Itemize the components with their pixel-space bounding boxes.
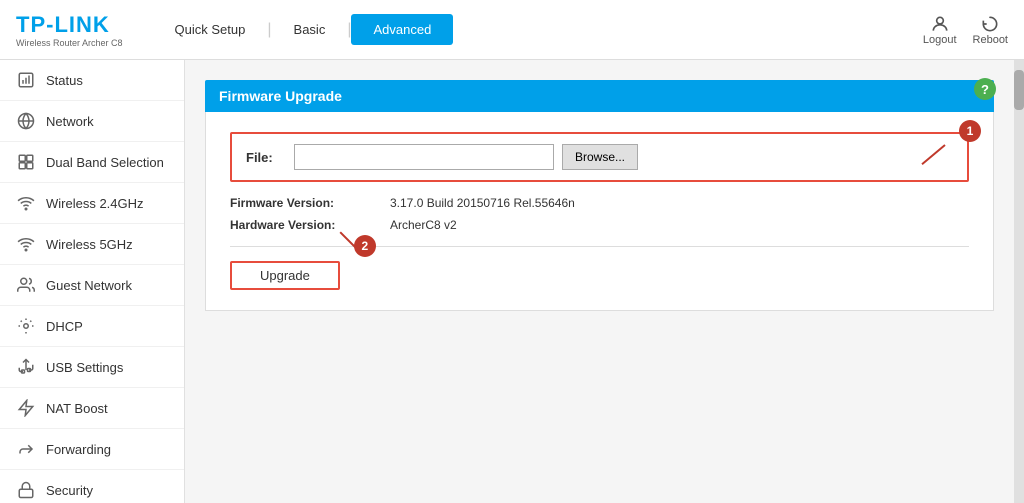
header: TP-LINK Wireless Router Archer C8 Quick …	[0, 0, 1024, 60]
file-input[interactable]	[294, 144, 554, 170]
hardware-version-value: ArcherC8 v2	[390, 218, 457, 232]
sidebar-label-network: Network	[46, 114, 94, 129]
help-icon: ?	[974, 78, 996, 100]
upgrade-button[interactable]: Upgrade	[230, 261, 340, 290]
forwarding-icon	[16, 439, 36, 459]
sidebar-label-security: Security	[46, 483, 93, 498]
sidebar-label-nat-boost: NAT Boost	[46, 401, 108, 416]
firmware-version-label: Firmware Version:	[230, 196, 390, 210]
logout-icon	[930, 14, 950, 34]
dual-band-icon	[16, 152, 36, 172]
annotation-badge-1: 1	[959, 120, 981, 142]
sidebar-item-usb-settings[interactable]: USB Settings	[0, 347, 184, 388]
reboot-button[interactable]: Reboot	[973, 14, 1008, 46]
network-icon	[16, 111, 36, 131]
section-header: Firmware Upgrade	[205, 80, 994, 112]
status-icon	[16, 70, 36, 90]
logo-area: TP-LINK Wireless Router Archer C8	[16, 12, 123, 48]
header-actions: Logout Reboot	[923, 14, 1008, 46]
section-body: File: Browse... 1 Firmware Version: 3.17…	[205, 112, 994, 311]
sidebar-item-network[interactable]: Network	[0, 101, 184, 142]
tab-advanced[interactable]: Advanced	[351, 14, 453, 45]
hardware-version-row: Hardware Version: ArcherC8 v2	[230, 218, 969, 232]
sidebar-label-usb-settings: USB Settings	[46, 360, 123, 375]
sidebar-item-dual-band[interactable]: Dual Band Selection	[0, 142, 184, 183]
sidebar-item-wireless-24[interactable]: Wireless 2.4GHz	[0, 183, 184, 224]
sidebar-label-wireless-24: Wireless 2.4GHz	[46, 196, 144, 211]
reboot-label: Reboot	[973, 34, 1008, 46]
sidebar-label-guest-network: Guest Network	[46, 278, 132, 293]
help-button[interactable]: ?	[974, 78, 996, 100]
nav-tabs: Quick Setup | Basic | Advanced	[153, 14, 923, 45]
wireless-24-icon	[16, 193, 36, 213]
usb-settings-icon	[16, 357, 36, 377]
sidebar-item-wireless-5[interactable]: Wireless 5GHz	[0, 224, 184, 265]
logo-sub: Wireless Router Archer C8	[16, 38, 123, 48]
divider	[230, 246, 969, 247]
section-title: Firmware Upgrade	[219, 88, 342, 104]
annotation-badge-2: 2	[354, 235, 376, 257]
nat-boost-icon	[16, 398, 36, 418]
content-area: Firmware Upgrade ? File: Browse... 1	[185, 60, 1014, 503]
guest-network-icon	[16, 275, 36, 295]
reboot-icon	[980, 14, 1000, 34]
sidebar-label-dhcp: DHCP	[46, 319, 83, 334]
dhcp-icon	[16, 316, 36, 336]
sidebar-label-forwarding: Forwarding	[46, 442, 111, 457]
sidebar-label-dual-band: Dual Band Selection	[46, 155, 164, 170]
wireless-5-icon	[16, 234, 36, 254]
sidebar-item-dhcp[interactable]: DHCP	[0, 306, 184, 347]
scrollbar-track	[1014, 60, 1024, 503]
sidebar-item-forwarding[interactable]: Forwarding	[0, 429, 184, 470]
browse-button[interactable]: Browse...	[562, 144, 638, 170]
firmware-version-row: Firmware Version: 3.17.0 Build 20150716 …	[230, 196, 969, 210]
tab-basic[interactable]: Basic	[272, 14, 348, 45]
sidebar-label-status: Status	[46, 73, 83, 88]
firmware-version-value: 3.17.0 Build 20150716 Rel.55646n	[390, 196, 575, 210]
sidebar: Status Network Dual Band Selection Wirel…	[0, 60, 185, 503]
scrollbar-thumb[interactable]	[1014, 70, 1024, 110]
logout-button[interactable]: Logout	[923, 14, 957, 46]
logout-label: Logout	[923, 34, 957, 46]
sidebar-label-wireless-5: Wireless 5GHz	[46, 237, 133, 252]
file-row: File: Browse...	[230, 132, 969, 182]
logo-tp: TP-LINK	[16, 12, 123, 38]
main-layout: Status Network Dual Band Selection Wirel…	[0, 60, 1024, 503]
security-icon	[16, 480, 36, 500]
sidebar-item-security[interactable]: Security	[0, 470, 184, 503]
tab-quick-setup[interactable]: Quick Setup	[153, 14, 268, 45]
hardware-version-label: Hardware Version:	[230, 218, 390, 232]
sidebar-item-nat-boost[interactable]: NAT Boost	[0, 388, 184, 429]
sidebar-item-status[interactable]: Status	[0, 60, 184, 101]
file-label: File:	[246, 150, 286, 165]
sidebar-item-guest-network[interactable]: Guest Network	[0, 265, 184, 306]
